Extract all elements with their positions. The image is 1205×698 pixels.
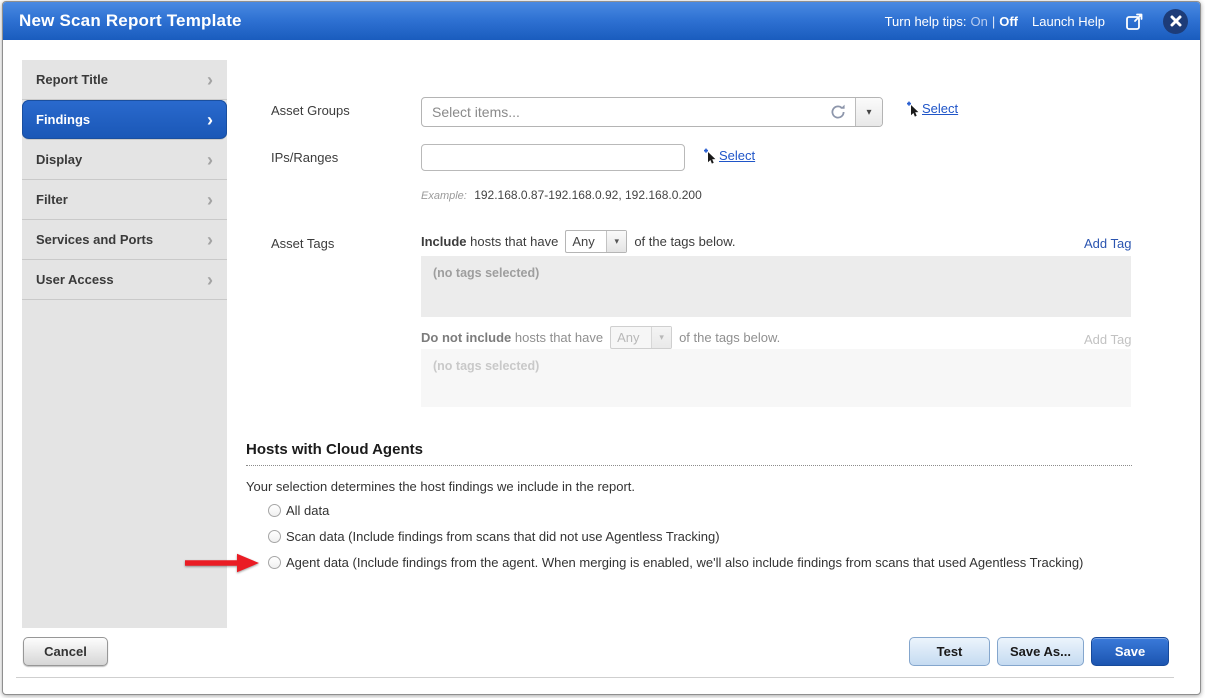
- sidebar-item-display[interactable]: Display ›: [22, 140, 227, 180]
- chevron-right-icon: ›: [207, 271, 213, 289]
- chevron-right-icon: ›: [207, 231, 213, 249]
- cancel-button[interactable]: Cancel: [23, 637, 108, 666]
- exclude-any-select-disabled: Any ▾: [610, 326, 672, 349]
- close-icon: [1170, 15, 1182, 27]
- no-tags-selected-text: (no tags selected): [433, 359, 539, 373]
- example-value: 192.168.0.87-192.168.0.92, 192.168.0.200: [474, 188, 702, 202]
- save-button[interactable]: Save: [1091, 637, 1169, 666]
- exclude-tags-line: Do not include hosts that have Any ▾ of …: [421, 326, 780, 349]
- sidebar-item-report-title[interactable]: Report Title ›: [22, 60, 227, 100]
- included-tags-box: (no tags selected): [421, 256, 1131, 317]
- new-scan-report-template-dialog: New Scan Report Template Turn help tips:…: [2, 1, 1201, 695]
- refresh-icon[interactable]: [829, 103, 847, 121]
- caret-down-icon: ▾: [606, 231, 626, 252]
- help-tips-toggle: Turn help tips: On | Off: [885, 14, 1018, 29]
- chevron-right-icon: ›: [207, 191, 213, 209]
- chevron-right-icon: ›: [207, 151, 213, 169]
- pointer-plus-icon: [703, 148, 716, 164]
- asset-groups-combobox: ▾: [421, 97, 883, 127]
- radio-option-all-data[interactable]: All data: [268, 503, 329, 518]
- radio-button[interactable]: [268, 504, 281, 517]
- radio-option-scan-data[interactable]: Scan data (Include findings from scans t…: [268, 529, 720, 544]
- ips-example: Example: 192.168.0.87-192.168.0.92, 192.…: [421, 188, 702, 202]
- close-button[interactable]: [1163, 9, 1188, 34]
- chevron-right-icon: ›: [207, 111, 213, 129]
- test-button[interactable]: Test: [909, 637, 990, 666]
- asset-groups-input[interactable]: [422, 98, 829, 126]
- sidebar-item-user-access[interactable]: User Access ›: [22, 260, 227, 300]
- footer-divider: [16, 677, 1174, 678]
- caret-down-icon: ▾: [651, 327, 671, 348]
- asset-groups-select-link[interactable]: Select: [906, 101, 958, 117]
- help-tips-separator: |: [992, 14, 995, 29]
- cloud-agents-description: Your selection determines the host findi…: [246, 479, 635, 494]
- sidebar-item-services-and-ports[interactable]: Services and Ports ›: [22, 220, 227, 260]
- pointer-plus-icon: [906, 101, 919, 117]
- include-tags-line: Include hosts that have Any ▾ of the tag…: [421, 230, 736, 253]
- launch-help-link[interactable]: Launch Help: [1032, 14, 1105, 29]
- include-any-select[interactable]: Any ▾: [565, 230, 627, 253]
- ips-ranges-input[interactable]: [421, 144, 685, 171]
- sidebar-item-findings[interactable]: Findings ›: [22, 100, 227, 140]
- radio-button[interactable]: [268, 530, 281, 543]
- example-label: Example:: [421, 190, 467, 202]
- no-tags-selected-text: (no tags selected): [433, 266, 539, 280]
- cloud-agents-heading: Hosts with Cloud Agents: [246, 441, 1132, 466]
- add-tag-link-include[interactable]: Add Tag: [1084, 236, 1131, 251]
- asset-groups-dropdown-button[interactable]: ▾: [855, 98, 882, 126]
- asset-groups-label: Asset Groups: [271, 103, 350, 118]
- help-tips-label: Turn help tips:: [885, 14, 967, 29]
- sidebar-nav: Report Title › Findings › Display › Filt…: [22, 60, 227, 628]
- titlebar: New Scan Report Template Turn help tips:…: [3, 2, 1200, 40]
- popout-window-icon[interactable]: [1125, 11, 1145, 31]
- ips-ranges-select-link[interactable]: Select: [703, 148, 755, 164]
- help-tips-off-link[interactable]: Off: [999, 14, 1018, 29]
- sidebar-item-filter[interactable]: Filter ›: [22, 180, 227, 220]
- help-tips-on-link[interactable]: On: [970, 14, 987, 29]
- caret-down-icon: ▾: [866, 107, 871, 118]
- red-annotation-arrow-icon: [183, 552, 261, 574]
- ips-ranges-label: IPs/Ranges: [271, 150, 338, 165]
- dialog-title: New Scan Report Template: [19, 11, 242, 31]
- add-tag-link-exclude-disabled: Add Tag: [1084, 332, 1131, 347]
- chevron-right-icon: ›: [207, 71, 213, 89]
- save-as-button[interactable]: Save As...: [997, 637, 1084, 666]
- excluded-tags-box: (no tags selected): [421, 349, 1131, 407]
- radio-button[interactable]: [268, 556, 281, 569]
- asset-tags-label: Asset Tags: [271, 236, 334, 251]
- radio-option-agent-data[interactable]: Agent data (Include findings from the ag…: [268, 555, 1083, 570]
